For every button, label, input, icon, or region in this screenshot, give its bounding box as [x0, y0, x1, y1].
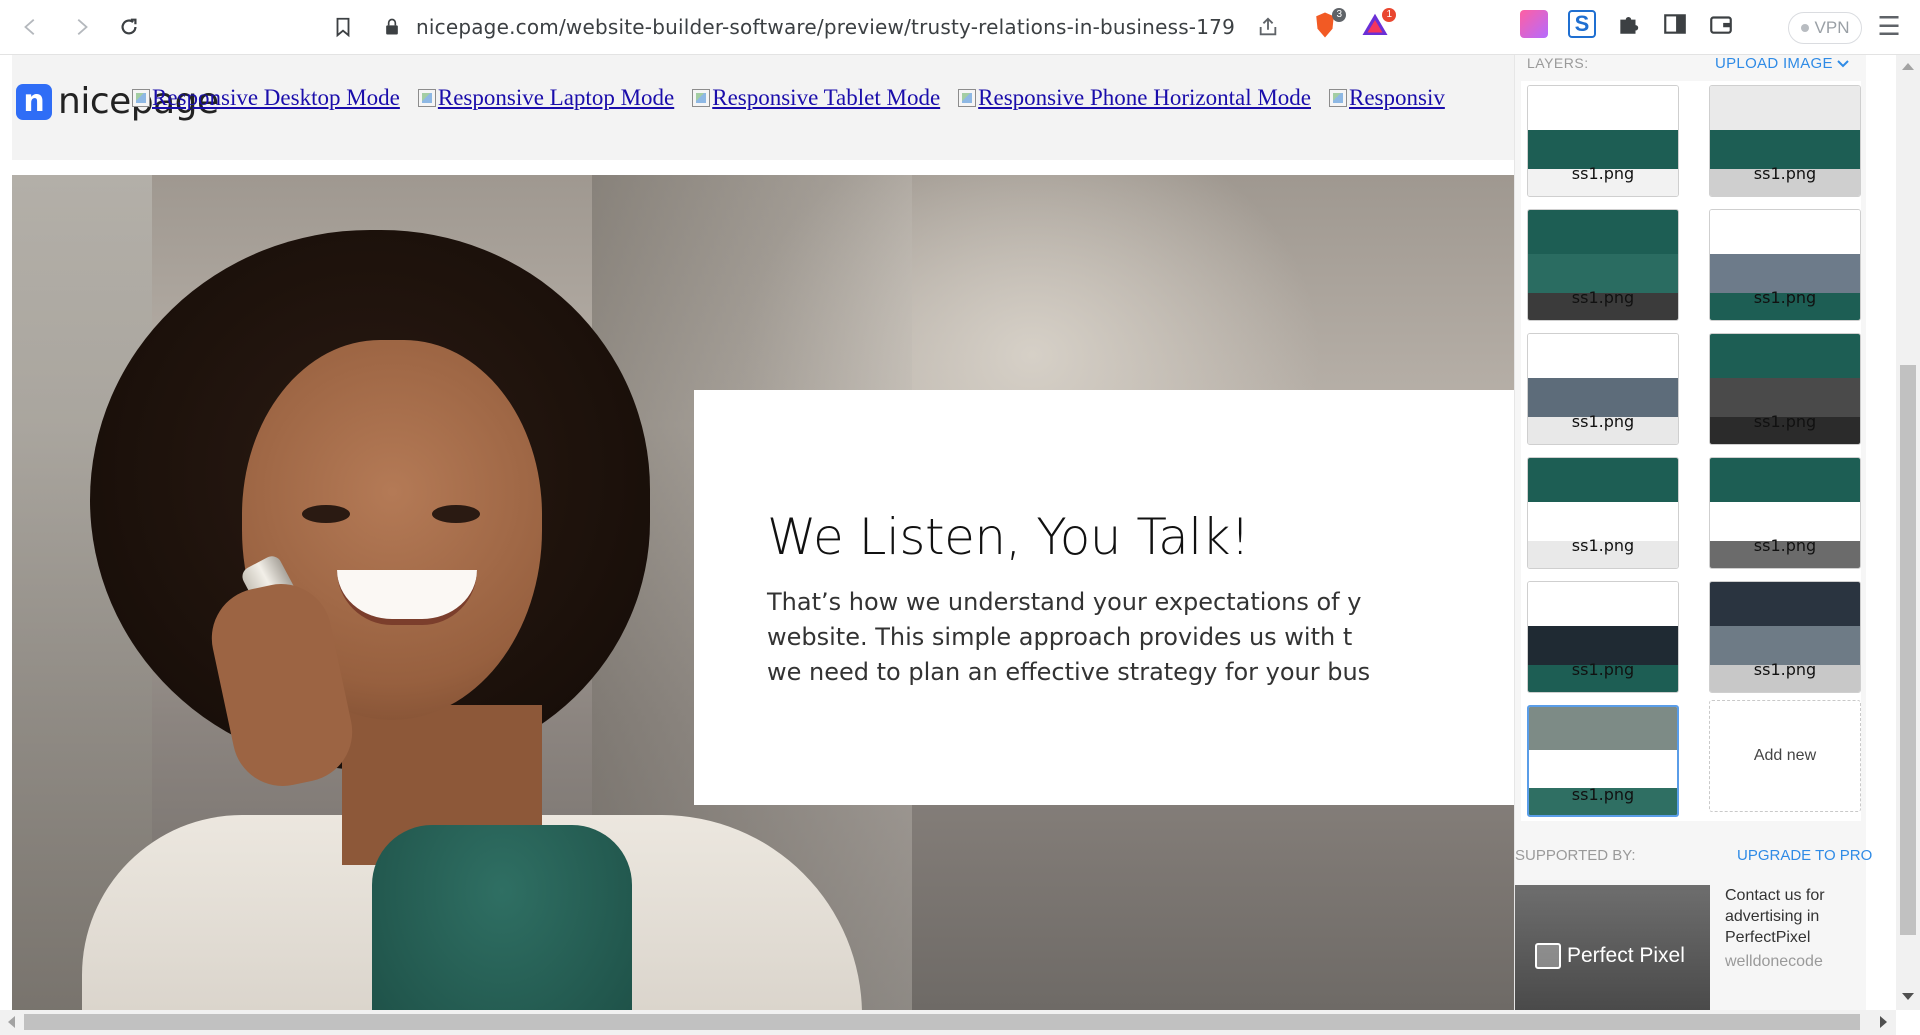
reload-button[interactable]: [112, 10, 146, 44]
layer-filename: ss1.png: [1571, 536, 1635, 555]
layer-thumbnail[interactable]: ss1.png: [1709, 581, 1861, 693]
mode-tablet-link[interactable]: Responsive Tablet Mode: [692, 85, 940, 111]
vpn-button[interactable]: VPN: [1788, 12, 1862, 44]
nicepage-logo-icon: n: [16, 83, 52, 120]
sidebar-icon[interactable]: [1662, 11, 1688, 37]
layer-filename: ss1.png: [1571, 288, 1635, 307]
layer-filename: ss1.png: [1753, 412, 1817, 431]
mode-laptop-link[interactable]: Responsive Laptop Mode: [417, 85, 674, 111]
brave-icons: 3 1: [1310, 8, 1396, 40]
mode-desktop-link[interactable]: Responsive Desktop Mode: [132, 85, 400, 111]
back-button[interactable]: [14, 10, 48, 44]
perfectpixel-logo-icon: [1535, 943, 1561, 969]
layer-thumbnail[interactable]: ss1.png: [1527, 705, 1679, 817]
address-bar[interactable]: nicepage.com/website-builder-software/pr…: [372, 8, 1407, 46]
upgrade-to-pro-link[interactable]: UPGRADE TO PRO: [1737, 847, 1872, 864]
extension-gradient-icon[interactable]: [1520, 10, 1548, 38]
broken-image-icon: [132, 89, 150, 107]
rewards-count: 1: [1382, 8, 1396, 22]
upload-image-button[interactable]: UPLOAD IMAGE: [1715, 55, 1849, 72]
bookmark-button[interactable]: [326, 10, 360, 44]
layer-thumbnail[interactable]: ss1.png: [1709, 209, 1861, 321]
supported-by-label: SUPPORTED BY:: [1515, 847, 1636, 864]
vpn-label: VPN: [1814, 18, 1850, 37]
back-arrow-icon: [24, 18, 35, 36]
layers-label: LAYERS:: [1527, 55, 1589, 71]
horizontal-scrollbar[interactable]: [0, 1010, 1896, 1035]
scroll-down-arrow-icon[interactable]: [1902, 993, 1914, 1000]
layer-thumbnail[interactable]: ss1.png: [1709, 457, 1861, 569]
ad-contact-text[interactable]: Contact us for advertising in PerfectPix…: [1725, 885, 1855, 948]
mode-phone-link[interactable]: Responsiv: [1329, 85, 1445, 111]
vertical-scroll-thumb[interactable]: [1900, 365, 1916, 935]
chevron-down-icon: [1837, 60, 1849, 68]
url-text: nicepage.com/website-builder-software/pr…: [416, 15, 1236, 39]
mode-phone-horizontal-link[interactable]: Responsive Phone Horizontal Mode: [958, 85, 1311, 111]
brave-rewards-button[interactable]: 1: [1360, 8, 1396, 40]
horizontal-scroll-thumb[interactable]: [24, 1014, 1860, 1030]
layer-filename: ss1.png: [1753, 660, 1817, 679]
browser-toolbar: nicepage.com/website-builder-software/pr…: [0, 0, 1920, 55]
brave-shields-button[interactable]: 3: [1310, 8, 1346, 40]
layer-filename: ss1.png: [1753, 288, 1817, 307]
vertical-scrollbar[interactable]: [1896, 55, 1920, 1010]
layer-thumbnail[interactable]: ss1.png: [1527, 457, 1679, 569]
scroll-right-arrow-icon[interactable]: [1880, 1016, 1887, 1028]
puzzle-icon[interactable]: [1616, 11, 1642, 37]
reload-icon: [121, 18, 137, 35]
hero-paragraph: That’s how we understand your expectatio…: [767, 588, 1371, 686]
forward-arrow-icon: [77, 18, 88, 36]
ad-sponsor-name[interactable]: welldonecode: [1725, 953, 1823, 971]
layer-thumbnail[interactable]: ss1.png: [1527, 209, 1679, 321]
scroll-up-arrow-icon[interactable]: [1902, 63, 1914, 70]
lock-icon: [386, 18, 398, 35]
broken-image-icon: [417, 89, 436, 107]
vpn-status-dot: [1800, 24, 1809, 32]
layer-filename: ss1.png: [1571, 660, 1635, 679]
layer-filename: ss1.png: [1571, 164, 1635, 183]
scroll-left-arrow-icon[interactable]: [8, 1016, 15, 1028]
responsive-modes: Responsive Desktop Mode Responsive Lapto…: [132, 85, 1445, 111]
layers-grid: ss1.png ss1.png ss1.png ss1.png ss1.png ss1.p…: [1521, 81, 1861, 885]
share-icon[interactable]: [1257, 16, 1279, 38]
layer-thumbnail[interactable]: ss1.png: [1527, 333, 1679, 445]
layer-thumbnail[interactable]: ss1.png: [1527, 85, 1679, 197]
menu-icon[interactable]: ☰: [1874, 12, 1904, 42]
wallet-icon[interactable]: [1708, 11, 1734, 37]
layer-filename: ss1.png: [1753, 164, 1817, 183]
layer-filename: ss1.png: [1571, 412, 1635, 431]
broken-image-icon: [1329, 89, 1347, 107]
forward-button[interactable]: [64, 10, 98, 44]
hero-text-card: We Listen, You Talk! That’s how we under…: [694, 390, 1526, 805]
layer-thumbnail[interactable]: ss1.png: [1709, 85, 1861, 197]
extensions-area: S: [1520, 10, 1734, 38]
layer-filename: ss1.png: [1753, 536, 1817, 555]
perfectpixel-logo: Perfect Pixel: [1535, 943, 1685, 969]
perfectpixel-panel: LAYERS: UPLOAD IMAGE ss1.png ss1.png ss1.p…: [1514, 55, 1872, 1010]
shields-count: 3: [1332, 8, 1346, 22]
layer-thumbnail[interactable]: ss1.png: [1709, 333, 1861, 445]
broken-image-icon: [692, 89, 711, 107]
hero-section: We Listen, You Talk! That’s how we under…: [12, 175, 1526, 1010]
layer-thumbnail[interactable]: ss1.png: [1527, 581, 1679, 693]
perfectpixel-ad-banner[interactable]: Perfect Pixel: [1515, 885, 1710, 1010]
extension-s-icon[interactable]: S: [1568, 10, 1596, 38]
broken-image-icon: [958, 89, 977, 107]
bookmark-icon: [336, 17, 350, 38]
hero-title: We Listen, You Talk!: [767, 508, 1250, 566]
nicepage-header: n nicepage Responsive Desktop Mode Respo…: [12, 55, 1526, 160]
add-new-layer-button[interactable]: Add new: [1709, 700, 1861, 812]
layer-filename: ss1.png: [1571, 785, 1635, 804]
